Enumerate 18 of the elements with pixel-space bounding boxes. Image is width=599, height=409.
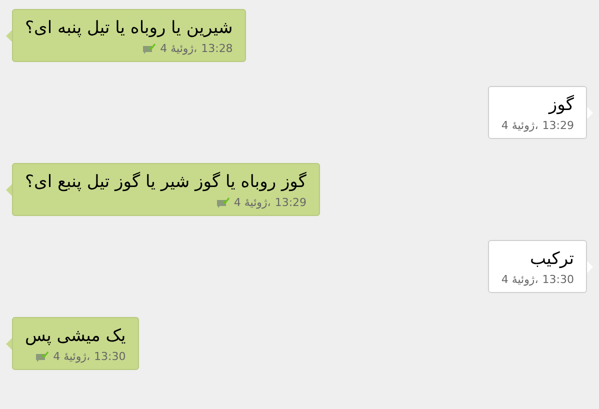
message-text: شیرین یا روباه یا تیل پنبه ای؟ [25,17,233,40]
message-date: 4 ژوئیهٔ، [501,272,538,287]
message-time: 13:29 [542,118,574,133]
message-text: گوز [548,94,574,117]
message-date: 4 ژوئیهٔ، [234,195,271,210]
message-date: 4 ژوئیهٔ، [53,349,90,364]
message-check-icon [142,43,156,54]
message-date: 4 ژوئیهٔ، [160,41,198,56]
message-time: 13:28 [201,41,233,56]
message-time: 13:29 [274,195,307,210]
message-date: 4 ژوئیهٔ، [501,118,538,133]
message-check-icon [216,197,230,208]
message-text: ترکیب [530,248,574,271]
message-check-icon [35,351,50,362]
message-text: یک میشی پس [25,325,126,348]
message-time: 13:30 [94,349,126,364]
message-text: گوز روباه یا گوز شیر یا گوز تیل پنبع ای؟ [25,170,307,194]
message-time: 13:30 [542,272,574,287]
